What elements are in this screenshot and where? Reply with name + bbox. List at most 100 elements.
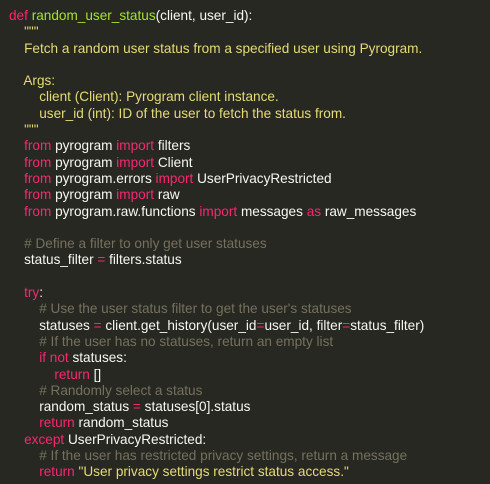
code-token: pyrogram.errors [51, 170, 156, 186]
keyword-token: try [24, 285, 40, 301]
code-line: from pyrogram import raw [9, 187, 424, 203]
code-line: from pyrogram import Client [9, 155, 424, 171]
code-line: from pyrogram import filters [9, 138, 424, 154]
code-token: pyrogram [51, 154, 117, 170]
code-token: statuses: [68, 350, 127, 366]
code-token: user_id, filter [264, 317, 343, 333]
keyword-token: = [132, 399, 141, 415]
code-line: # Randomly select a status [9, 383, 424, 399]
docstring-token: Fetch a random user status from a specif… [9, 40, 423, 56]
code-token: random_status [74, 415, 169, 431]
code-token: random_status [9, 399, 133, 415]
comment-token: # Randomly select a status [9, 382, 203, 398]
docstring-token: Args: [9, 73, 56, 89]
code-line: # Define a filter to only get user statu… [9, 236, 424, 252]
keyword-token: import [199, 203, 238, 219]
code-token: pyrogram.raw.functions [51, 203, 200, 219]
keyword-token: as [306, 203, 322, 219]
code-token: pyrogram [51, 187, 117, 203]
comment-token: # If the user has restricted privacy set… [9, 448, 408, 464]
code-line: """ [9, 24, 424, 40]
code-line: except UserPrivacyRestricted: [9, 432, 424, 448]
code-token: statuses[0].status [140, 399, 251, 415]
code-line: return random_status [9, 415, 424, 431]
code-token: Client [154, 154, 193, 170]
code-line: random_status = statuses[0].status [9, 399, 424, 415]
keyword-token: not [49, 350, 69, 366]
keyword-token: import [155, 170, 194, 186]
keyword-token: import [116, 187, 155, 203]
code-line: status_filter = filters.status [9, 252, 424, 268]
code-line: from pyrogram.raw.functions import messa… [9, 204, 424, 220]
code-token: raw_messages [321, 203, 417, 219]
code-token: UserPrivacyRestricted [193, 170, 332, 186]
code-line: # If the user has no statuses, return an… [9, 334, 424, 350]
keyword-token: from [24, 170, 52, 186]
code-token: status_filter) [350, 317, 425, 333]
docstring-token: client (Client): Pyrogram client instanc… [9, 89, 279, 105]
code-token: client.get_history(user_id [101, 317, 257, 333]
keyword-token: import [116, 154, 155, 170]
keyword-token: return [39, 464, 75, 480]
string-token: "User privacy settings restrict status a… [78, 464, 349, 480]
code-line: Fetch a random user status from a specif… [9, 41, 424, 57]
code-token: : [39, 285, 43, 301]
code-token: filters.status [105, 252, 182, 268]
keyword-token: import [116, 138, 155, 154]
comment-token: # Use the user status filter to get the … [9, 301, 352, 317]
code-line: # Use the user status filter to get the … [9, 301, 424, 317]
keyword-token: from [24, 138, 52, 154]
keyword-token: return [54, 366, 90, 382]
keyword-token: from [24, 187, 52, 203]
code-token: status_filter [9, 252, 98, 268]
code-token: [] [89, 366, 102, 382]
code-editor[interactable]: def random_user_status(client, user_id):… [9, 8, 424, 481]
keyword-token: def [9, 8, 28, 23]
code-line: return [] [9, 367, 424, 383]
docstring-token: """ [9, 122, 39, 138]
code-token: (client, user_id): [155, 8, 253, 23]
code-line: statuses = client.get_history(user_id=us… [9, 318, 424, 334]
code-token: filters [154, 138, 191, 154]
function-name-token: random_user_status [31, 8, 156, 23]
code-line: """ [9, 122, 424, 138]
comment-token: # Define a filter to only get user statu… [9, 236, 267, 252]
comment-token: # If the user has no statuses, return an… [9, 333, 334, 349]
code-line: Args: [9, 73, 424, 89]
code-line: client (Client): Pyrogram client instanc… [9, 89, 424, 105]
code-line: if not statuses: [9, 350, 424, 366]
keyword-token: if [39, 350, 47, 366]
docstring-token: """ [9, 24, 39, 40]
keyword-token: = [93, 317, 102, 333]
code-line: return "User privacy settings restrict s… [9, 464, 424, 480]
code-token: messages [237, 203, 307, 219]
keyword-token: from [24, 154, 52, 170]
code-line: try: [9, 285, 424, 301]
code-token: pyrogram [51, 138, 117, 154]
code-token: raw [154, 187, 180, 203]
code-line: # If the user has restricted privacy set… [9, 448, 424, 464]
code-line: def random_user_status(client, user_id): [9, 8, 424, 24]
docstring-token: user_id (int): ID of the user to fetch t… [9, 105, 346, 121]
code-line: user_id (int): ID of the user to fetch t… [9, 106, 424, 122]
keyword-token: except [24, 431, 65, 447]
code-token: statuses [9, 317, 94, 333]
code-token: UserPrivacyRestricted: [64, 431, 207, 447]
keyword-token: return [39, 415, 75, 431]
keyword-token: from [24, 203, 52, 219]
code-line: from pyrogram.errors import UserPrivacyR… [9, 171, 424, 187]
